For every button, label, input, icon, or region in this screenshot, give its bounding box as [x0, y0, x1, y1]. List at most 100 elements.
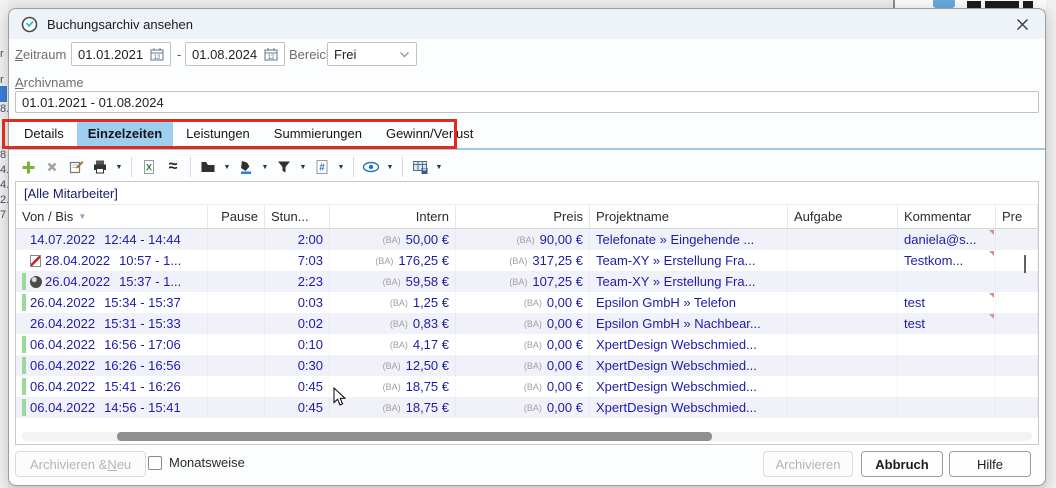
archivname-value: 01.01.2021 - 01.08.2024: [22, 95, 164, 110]
print-button[interactable]: [89, 156, 111, 178]
table-row[interactable]: 06.04.202214:56 - 15:41 0:45 (BA)18,75 €…: [16, 397, 1038, 418]
chevron-down-icon: [399, 51, 410, 58]
dialog-title: Buchungsarchiv ansehen: [47, 17, 193, 32]
table-row[interactable]: 06.04.202215:41 - 16:26 0:45 (BA)18,75 €…: [16, 376, 1038, 397]
table-row[interactable]: 28.04.202210:57 - 1... 7:03 (BA)176,25 €…: [16, 250, 1038, 271]
approximate-button[interactable]: ≈: [162, 156, 184, 178]
eye-icon: [362, 160, 380, 174]
visibility-button[interactable]: [360, 156, 382, 178]
table-row[interactable]: 14.07.202212:44 - 14:44 2:00 (BA)50,00 €…: [16, 229, 1038, 250]
tab-einzelzeiten[interactable]: Einzelzeiten: [77, 122, 173, 148]
cell-aufgabe: [788, 313, 898, 334]
column-header-preis[interactable]: Preis: [456, 205, 590, 228]
monatsweise-checkbox[interactable]: [148, 456, 162, 470]
cell-aufgabe: [788, 355, 898, 376]
numbering-dropdown-arrow[interactable]: ▼: [335, 164, 347, 171]
filter-dropdown-arrow[interactable]: ▼: [297, 164, 309, 171]
column-header-stun-[interactable]: Stun...: [265, 205, 330, 228]
background-text-fragment: 8: [0, 149, 8, 161]
date-from-input[interactable]: 01.01.2021 12: [71, 42, 171, 66]
column-header-von-bis[interactable]: Von / Bis▼: [16, 205, 208, 228]
calendar-icon[interactable]: 12: [264, 47, 278, 61]
cell-intern: (BA)18,75 €: [330, 376, 456, 397]
horizontal-scrollbar-thumb[interactable]: [117, 432, 712, 441]
cell-kommentar: [898, 334, 996, 355]
background-text-fragment: [967, 1, 981, 8]
help-button[interactable]: Hilfe: [949, 451, 1031, 477]
background-text-fragment: [1023, 1, 1033, 8]
cell-aufgabe: [788, 334, 898, 355]
cell-projektname: Team-XY » Erstellung Fra...: [590, 271, 788, 292]
archivname-input[interactable]: 01.01.2021 - 01.08.2024: [15, 91, 1039, 113]
table-row[interactable]: 26.04.202215:31 - 15:33 0:02 (BA)0,83 € …: [16, 313, 1038, 334]
column-header-projektname[interactable]: Projektname: [590, 205, 788, 228]
toolbar-separator: [402, 157, 403, 177]
print-dropdown-arrow[interactable]: ▼: [113, 164, 125, 171]
tab-details[interactable]: Details: [13, 122, 75, 148]
cell-pre: [996, 355, 1038, 376]
table-row[interactable]: 06.04.202216:56 - 17:06 0:10 (BA)4,17 € …: [16, 334, 1038, 355]
calendar-icon[interactable]: 12: [150, 47, 164, 61]
fill-color-button[interactable]: [235, 156, 257, 178]
cell-von-bis: 06.04.202215:41 - 16:26: [16, 376, 208, 397]
table-save-button[interactable]: [409, 156, 431, 178]
cell-kommentar: [898, 397, 996, 418]
cell-preis: (BA)0,00 €: [456, 334, 590, 355]
excel-export-button[interactable]: X: [138, 156, 160, 178]
svg-text:12: 12: [268, 55, 275, 61]
tab-leistungen[interactable]: Leistungen: [175, 122, 261, 148]
cell-kommentar: [898, 355, 996, 376]
filter-button[interactable]: [273, 156, 295, 178]
edit-button[interactable]: [65, 156, 87, 178]
visibility-dropdown-arrow[interactable]: ▼: [384, 164, 396, 171]
archive-and-new-button[interactable]: Archivieren & Neu: [15, 451, 146, 477]
column-header-intern[interactable]: Intern: [330, 205, 456, 228]
cell-von-bis: 06.04.202216:26 - 16:56: [16, 355, 208, 376]
horizontal-scrollbar[interactable]: [22, 432, 1032, 441]
vertical-scrollbar-thumb[interactable]: [1024, 255, 1026, 273]
tab-summierungen[interactable]: Summierungen: [263, 122, 373, 148]
bereich-dropdown[interactable]: Frei: [327, 42, 417, 66]
dialog-titlebar[interactable]: Buchungsarchiv ansehen: [9, 9, 1045, 39]
table-row[interactable]: 26.04.202215:34 - 15:37 0:03 (BA)1,25 € …: [16, 292, 1038, 313]
numbering-button[interactable]: #: [311, 156, 333, 178]
archive-button[interactable]: Archivieren: [763, 451, 853, 477]
cell-pre: [996, 313, 1038, 334]
cancel-button[interactable]: Abbruch: [861, 451, 943, 477]
table-row[interactable]: 06.04.202216:26 - 16:56 0:30 (BA)12,50 €…: [16, 355, 1038, 376]
column-header-kommentar[interactable]: Kommentar: [898, 205, 996, 228]
table-save-dropdown-arrow[interactable]: ▼: [433, 164, 445, 171]
close-button[interactable]: [1011, 13, 1033, 35]
cell-pause: [208, 376, 265, 397]
cell-pause: [208, 229, 265, 250]
cell-kommentar: test: [898, 292, 996, 313]
cell-pause: [208, 250, 265, 271]
cell-preis: (BA)0,00 €: [456, 397, 590, 418]
cell-pause: [208, 397, 265, 418]
folder-button[interactable]: [197, 156, 219, 178]
cell-kommentar: test: [898, 313, 996, 334]
add-icon: [21, 160, 36, 175]
column-header-pause[interactable]: Pause: [208, 205, 265, 228]
cell-stunden: 7:03: [265, 250, 330, 271]
cell-pre: [996, 250, 1038, 271]
background-blue-icon: [933, 0, 955, 8]
column-header-aufgabe[interactable]: Aufgabe: [788, 205, 898, 228]
table-header: Von / Bis▼PauseStun...InternPreisProjekt…: [16, 205, 1038, 229]
toolbar: ▼ X ≈ ▼ ▼: [15, 154, 445, 180]
date-to-input[interactable]: 01.08.2024 12: [185, 42, 285, 66]
fill-color-dropdown-arrow[interactable]: ▼: [259, 164, 271, 171]
table-row[interactable]: 26.04.202215:37 - 1... 2:23 (BA)59,58 € …: [16, 271, 1038, 292]
cell-von-bis: 28.04.202210:57 - 1...: [16, 250, 208, 271]
add-button[interactable]: [17, 156, 39, 178]
tab-gewinn-verlust[interactable]: Gewinn/Verlust: [375, 122, 484, 148]
group-header[interactable]: [Alle Mitarbeiter]: [16, 182, 1038, 205]
folder-dropdown-arrow[interactable]: ▼: [221, 164, 233, 171]
cell-stunden: 0:10: [265, 334, 330, 355]
fill-color-icon: [238, 159, 254, 175]
column-header-pre[interactable]: Pre: [996, 205, 1038, 228]
delete-button[interactable]: [41, 156, 63, 178]
note-marker-icon: [989, 314, 994, 319]
cell-kommentar: daniela@s...: [898, 229, 996, 250]
cell-von-bis: 06.04.202216:56 - 17:06: [16, 334, 208, 355]
